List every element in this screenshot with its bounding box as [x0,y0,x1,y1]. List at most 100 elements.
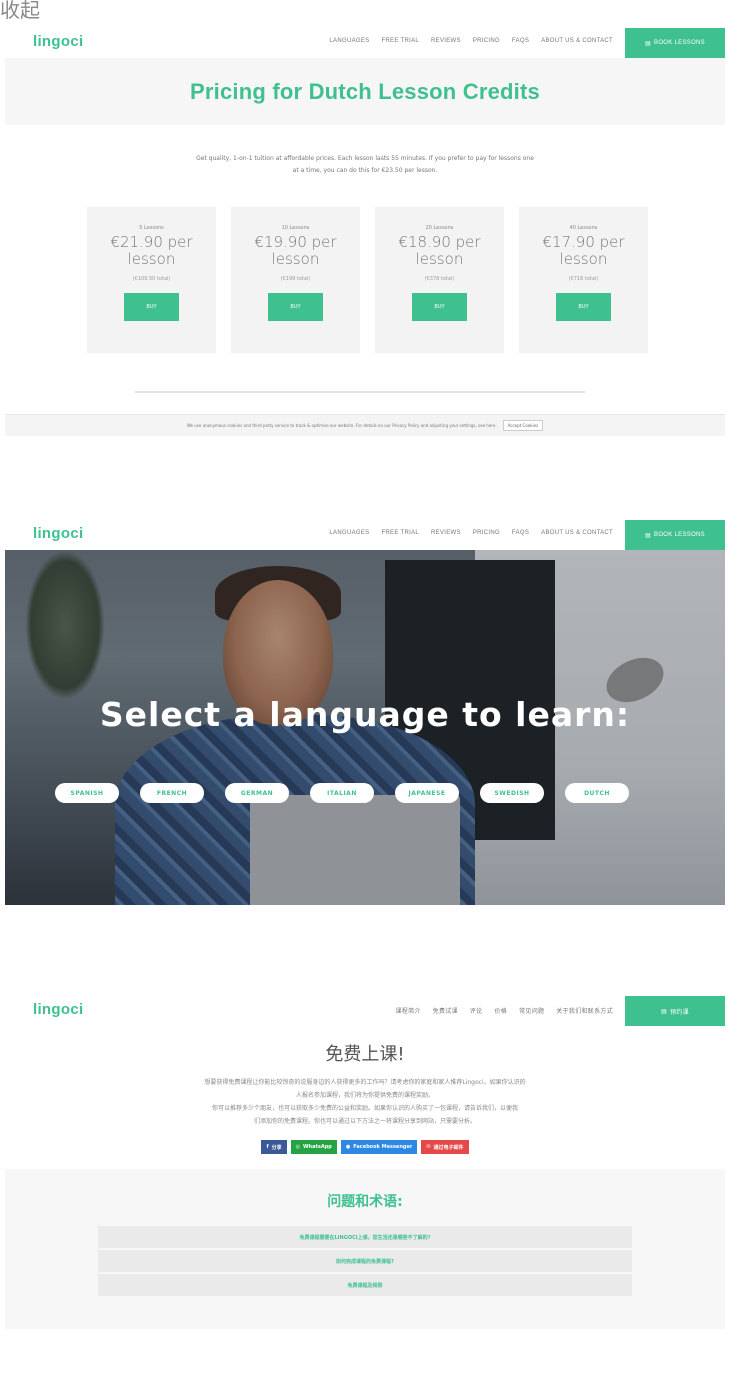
free-lesson-screenshot: lingoci 课程简介 免费试课 评论 价格 常见问题 关于我们和联系方式 ▤… [5,996,725,1381]
logo-text: lingoci [33,1001,84,1018]
cookie-text: We use anonymous cookies and third party… [186,423,497,428]
book-lessons-button[interactable]: ▤ 预约课 [625,996,725,1026]
faq-list: 免费课程需要在LINGOCI上课，您生活还是哪些不了解的? 如何完成课程的免费课… [98,1226,632,1296]
buy-button[interactable]: BUY [412,293,467,321]
buy-button[interactable]: BUY [556,293,611,321]
nav-about[interactable]: ABOUT US & CONTACT [541,530,613,536]
price-cards: 5 Lessons €21.90 per lesson (€109.50 tota… [87,207,725,353]
nav-menu: LANGUAGES FREE TRIAL REVIEWS PRICING FAQ… [329,38,613,44]
logo[interactable]: lingoci [33,33,83,50]
lesson-count: 20 Lessons [425,225,454,231]
share-buttons: f 分享 ◎ WhatsApp ● Facebook Messenger ✉ 通… [5,1140,725,1154]
hero-banner: Select a language to learn: SPANISH FREN… [5,550,725,905]
language-button-german[interactable]: GERMAN [225,783,289,803]
language-buttons: SPANISH FRENCH GERMAN ITALIAN JAPANESE S… [55,783,629,803]
price-total: (€199 total) [280,276,311,282]
pricing-intro: Get quality, 1-on-1 tuition at affordabl… [115,153,615,177]
book-lessons-button[interactable]: ▤ BOOK LESSONS [625,520,725,550]
faq-title: 问题和术语: [327,1194,403,1210]
whatsapp-icon: ◎ [295,1144,301,1150]
language-button-italian[interactable]: ITALIAN [310,783,374,803]
lesson-count: 5 Lessons [139,225,164,231]
buy-button[interactable]: BUY [268,293,323,321]
share-email-button[interactable]: ✉ 通过电子邮件 [421,1140,469,1154]
price-card: 20 Lessons €18.90 per lesson (€378 total)… [375,207,504,353]
nav-pricing[interactable]: PRICING [473,530,500,536]
nav-faqs[interactable]: FAQS [512,530,529,536]
book-lessons-label: BOOK LESSONS [654,40,705,46]
lesson-count: 40 Lessons [569,225,598,231]
lesson-price: €17.90 per lesson [542,233,625,268]
nav-languages[interactable]: 课程简介 [395,1006,420,1015]
mail-icon: ✉ [426,1144,431,1150]
price-card: 10 Lessons €19.90 per lesson (€199 total)… [231,207,360,353]
logo-text: lingoci [33,33,84,50]
nav-free-trial[interactable]: FREE TRIAL [381,38,419,44]
buy-button[interactable]: BUY [124,293,179,321]
calendar-icon: ▤ [661,1008,668,1015]
language-button-dutch[interactable]: DUTCH [565,783,629,803]
top-nav: lingoci LANGUAGES FREE TRIAL REVIEWS PRI… [5,520,725,550]
nav-reviews[interactable]: 评论 [470,1006,483,1015]
nav-free-trial[interactable]: 免费试课 [433,1006,458,1015]
nav-about[interactable]: 关于我们和联系方式 [556,1006,613,1015]
divider [135,391,585,393]
free-lesson-title: 免费上课! [325,1044,405,1065]
hero-title: Select a language to learn: [99,695,631,734]
free-text-line-3: 你可以推荐多少个朋友，也可以获取多少免费的公益和奖励。如果你认识的人购买了一包课… [211,1105,518,1112]
free-text-line-4: 们添加你的免费课程。你也可以通过以下方法之一将课程分享到网站，只需要分析。 [253,1118,476,1125]
language-screenshot: lingoci LANGUAGES FREE TRIAL REVIEWS PRI… [5,520,725,905]
lesson-price: €21.90 per lesson [110,233,193,268]
share-facebook-button[interactable]: f 分享 [261,1140,287,1154]
logo[interactable]: lingoci [33,1001,83,1018]
price-total: (€109.50 total) [132,276,171,282]
nav-languages[interactable]: LANGUAGES [329,38,369,44]
nav-pricing[interactable]: PRICING [473,38,500,44]
free-text-line-2: 人报名参加课程，我们将为你提供免费的课程奖励。 [295,1092,434,1099]
lesson-count: 10 Lessons [281,225,310,231]
faq-item[interactable]: 如何完成课程的免费课程? [98,1250,632,1272]
cookie-banner: We use anonymous cookies and third party… [5,414,725,436]
faq-item[interactable]: 免费课程及规则 [98,1274,632,1296]
collapse-label[interactable]: 收起 [0,0,40,23]
top-nav: lingoci 课程简介 免费试课 评论 价格 常见问题 关于我们和联系方式 ▤… [5,996,725,1026]
language-button-spanish[interactable]: SPANISH [55,783,119,803]
logo-text: lingoci [33,525,84,542]
language-button-swedish[interactable]: SWEDISH [480,783,544,803]
language-button-french[interactable]: FRENCH [140,783,204,803]
book-lessons-button[interactable]: ▤ BOOK LESSONS [625,28,725,58]
lesson-price: €19.90 per lesson [254,233,337,268]
nav-languages[interactable]: LANGUAGES [329,530,369,536]
faq-item[interactable]: 免费课程需要在LINGOCI上课，您生活还是哪些不了解的? [98,1226,632,1248]
nav-faqs[interactable]: FAQS [512,38,529,44]
nav-pricing[interactable]: 价格 [494,1006,507,1015]
share-messenger-button[interactable]: ● Facebook Messenger [340,1140,418,1154]
price-card: 5 Lessons €21.90 per lesson (€109.50 tota… [87,207,216,353]
lesson-price: €18.90 per lesson [398,233,481,268]
free-lesson-text: 想要获得免费课程让你能比较惊奇的说服身边的人获得更多的工作吗？请考虑你的家庭和家… [130,1076,600,1128]
messenger-icon: ● [345,1144,351,1150]
page-title: Pricing for Dutch Lesson Credits [190,78,540,104]
nav-menu: LANGUAGES FREE TRIAL REVIEWS PRICING FAQ… [329,530,613,536]
pricing-screenshot: lingoci LANGUAGES FREE TRIAL REVIEWS PRI… [5,28,725,438]
logo[interactable]: lingoci [33,525,83,542]
nav-reviews[interactable]: REVIEWS [431,530,461,536]
nav-faqs[interactable]: 常见问题 [519,1006,544,1015]
calendar-icon: ▤ [645,532,652,539]
book-lessons-label: 预约课 [670,1009,689,1016]
nav-about[interactable]: ABOUT US & CONTACT [541,38,613,44]
free-text-line-1: 想要获得免费课程让你能比较惊奇的说服身边的人获得更多的工作吗？请考虑你的家庭和家… [204,1079,526,1086]
book-lessons-label: BOOK LESSONS [654,532,705,538]
price-total: (€378 total) [424,276,455,282]
language-button-japanese[interactable]: JAPANESE [395,783,459,803]
accept-cookies-button[interactable]: Accept Cookies [502,420,544,431]
price-card: 40 Lessons €17.90 per lesson (€716 total)… [519,207,648,353]
share-whatsapp-button[interactable]: ◎ WhatsApp [290,1140,337,1154]
nav-menu: 课程简介 免费试课 评论 价格 常见问题 关于我们和联系方式 [395,1006,613,1015]
nav-free-trial[interactable]: FREE TRIAL [381,530,419,536]
nav-reviews[interactable]: REVIEWS [431,38,461,44]
faq-section: 问题和术语: 免费课程需要在LINGOCI上课，您生活还是哪些不了解的? 如何完… [5,1169,725,1329]
top-nav: lingoci LANGUAGES FREE TRIAL REVIEWS PRI… [5,28,725,58]
price-total: (€716 total) [568,276,599,282]
intro-line-2: at a time, you can do this for €23.50 pe… [292,167,438,174]
